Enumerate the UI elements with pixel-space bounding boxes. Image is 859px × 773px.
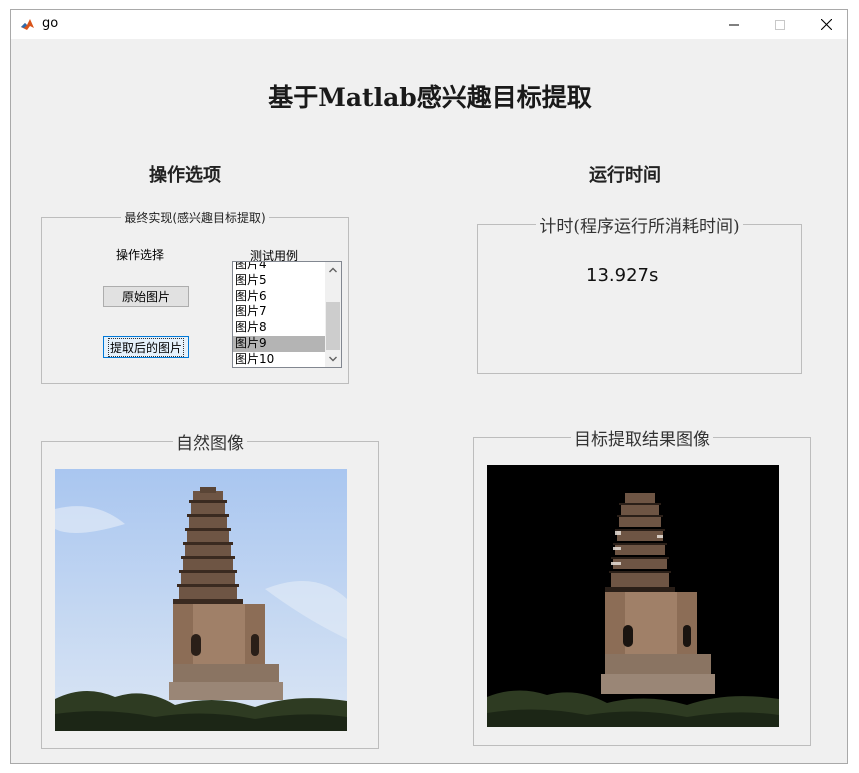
pagoda-photo bbox=[55, 469, 347, 731]
op-select-label: 操作选择 bbox=[116, 248, 165, 262]
test-case-items: 图片4 图片5 图片6 图片7 图片8 图片9 图片10 bbox=[233, 262, 325, 367]
list-item[interactable]: 图片6 bbox=[233, 289, 325, 305]
natural-image bbox=[55, 469, 347, 731]
list-item[interactable]: 图片8 bbox=[233, 320, 325, 336]
extracted-image-button-label: 提取后的图片 bbox=[107, 337, 184, 357]
maximize-icon bbox=[775, 19, 785, 30]
scroll-up-button[interactable] bbox=[325, 262, 341, 278]
natural-image-legend: 自然图像 bbox=[176, 434, 244, 454]
close-icon bbox=[820, 19, 832, 30]
list-item[interactable]: 图片5 bbox=[233, 273, 325, 289]
close-button[interactable] bbox=[803, 10, 849, 39]
timer-panel-legend: 计时(程序运行所消耗时间) bbox=[539, 217, 740, 237]
chevron-down-icon bbox=[329, 356, 337, 362]
original-image-button[interactable]: 原始图片 bbox=[103, 286, 189, 307]
ops-panel-legend: 最终实现(感兴趣目标提取) bbox=[124, 211, 266, 225]
matlab-icon bbox=[20, 17, 35, 32]
minimize-icon bbox=[729, 24, 739, 25]
runtime-section-title: 运行时间 bbox=[589, 165, 661, 186]
test-case-listbox[interactable]: 图片4 图片5 图片6 图片7 图片8 图片9 图片10 bbox=[232, 261, 342, 368]
result-image-legend: 目标提取结果图像 bbox=[574, 430, 710, 450]
list-item[interactable]: 图片10 bbox=[233, 352, 325, 367]
window-title: go bbox=[42, 16, 59, 31]
extracted-pagoda bbox=[487, 465, 779, 727]
timer-value: 13.927s bbox=[586, 265, 659, 286]
result-image bbox=[487, 465, 779, 727]
page-title: 基于Matlab感兴趣目标提取 bbox=[268, 83, 592, 112]
scrollbar-thumb[interactable] bbox=[326, 302, 340, 350]
maximize-button[interactable] bbox=[757, 10, 803, 39]
minimize-button[interactable] bbox=[711, 10, 757, 39]
figure-content: 基于Matlab感兴趣目标提取 操作选项 运行时间 最终实现(感兴趣目标提取) … bbox=[11, 39, 847, 765]
timer-panel: 计时(程序运行所消耗时间) bbox=[477, 212, 802, 374]
chevron-up-icon bbox=[329, 267, 337, 273]
list-item[interactable]: 图片7 bbox=[233, 304, 325, 320]
original-image-button-label: 原始图片 bbox=[121, 290, 170, 304]
listbox-scrollbar[interactable] bbox=[325, 262, 341, 367]
ops-section-title: 操作选项 bbox=[149, 165, 221, 186]
app-window: go 基于Matlab感兴趣目标提取 操作选项 运行时间 最终实现(感兴趣目标提… bbox=[10, 9, 848, 764]
scroll-down-button[interactable] bbox=[325, 351, 341, 367]
list-item[interactable]: 图片4 bbox=[233, 262, 325, 273]
list-item-selected[interactable]: 图片9 bbox=[233, 335, 325, 352]
title-bar: go bbox=[11, 10, 847, 39]
extracted-image-button[interactable]: 提取后的图片 bbox=[103, 336, 189, 358]
